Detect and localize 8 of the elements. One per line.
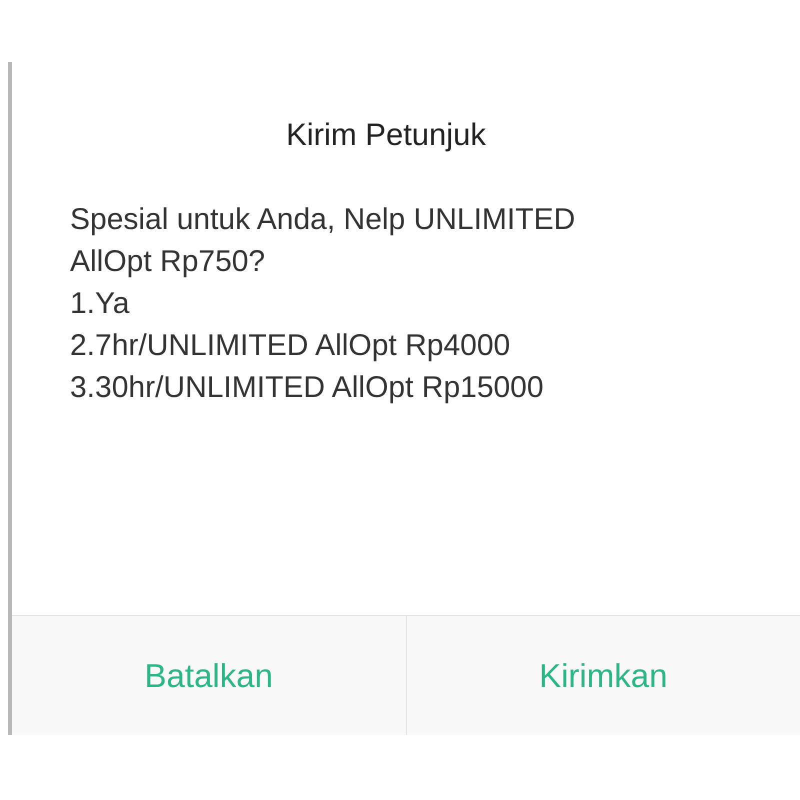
message-line: 1.Ya	[70, 286, 130, 322]
message-line: Spesial untuk Anda, Nelp UNLIMITED	[70, 202, 576, 238]
message-line: 2.7hr/UNLIMITED AllOpt Rp4000	[70, 328, 512, 364]
message-line: 3.30hr/UNLIMITED AllOpt Rp15000	[70, 370, 545, 406]
cancel-button[interactable]: Batalkan	[12, 616, 406, 735]
send-button[interactable]: Kirimkan	[406, 616, 800, 735]
message-line: AllOpt Rp750?	[70, 244, 266, 280]
dialog-title: Kirim Petunjuk	[285, 116, 487, 154]
